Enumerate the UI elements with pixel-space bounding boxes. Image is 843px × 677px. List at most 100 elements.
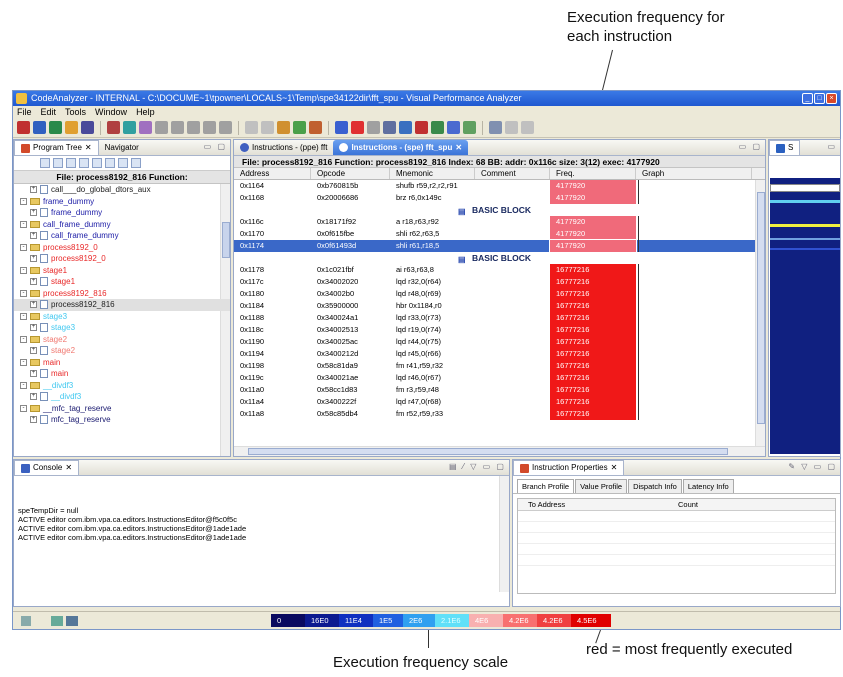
col-count[interactable]: Count (668, 499, 698, 510)
props-view-controls[interactable]: ✎ ▽ ▭ ▢ (788, 462, 837, 471)
expand-icon[interactable]: + (30, 324, 37, 332)
table-row[interactable]: 0x1174 0x0f61493d shli r61,r18,5 4177920 (234, 239, 765, 253)
scroll-thumb[interactable] (248, 448, 728, 455)
tree-item[interactable]: + process8192_816 (14, 299, 230, 311)
instr-vscrollbar[interactable] (755, 180, 765, 446)
expand-icon[interactable]: + (30, 301, 37, 309)
subtab-value-profile[interactable]: Value Profile (575, 479, 628, 493)
table-row[interactable]: 0x1190 0x340025ac lqd r44,0(r75) 16777216 (234, 336, 765, 348)
col-to-address[interactable]: To Address (518, 499, 668, 510)
collapse-icon[interactable]: - (20, 243, 27, 251)
toolbar-icon[interactable] (219, 121, 232, 134)
tree-item[interactable]: + stage3 (14, 322, 230, 334)
collapse-icon[interactable]: - (20, 381, 27, 389)
table-row[interactable]: 0x119c 0x340021ae lqd r46,0(r67) 16777216 (234, 372, 765, 384)
toolbar-icon[interactable] (81, 121, 94, 134)
toolbar-icon[interactable] (463, 121, 476, 134)
status-icon[interactable] (51, 615, 63, 626)
table-row[interactable]: 0x1178 0x1c021fbf ai r63,r63,8 16777216 (234, 264, 765, 276)
table-row[interactable]: 0x1170 0x0f615fbe shli r62,r63,5 4177920 (234, 228, 765, 240)
collapse-icon[interactable]: - (20, 197, 27, 205)
overview-select[interactable] (770, 184, 840, 192)
console-view-controls[interactable]: ▤ ⁄ ▽ ▭ ▢ (449, 462, 506, 471)
toolbar-icon[interactable] (171, 121, 184, 134)
expand-all-icon[interactable] (40, 158, 50, 168)
toolbar-icon[interactable] (309, 121, 322, 134)
collapse-icon[interactable]: - (20, 358, 27, 366)
instr-hscrollbar[interactable] (234, 446, 765, 456)
toolbar-icon[interactable] (277, 121, 290, 134)
tree-item[interactable]: - frame_dummy (14, 196, 230, 208)
toolbar-icon[interactable] (399, 121, 412, 134)
toolbar-icon[interactable] (505, 121, 518, 134)
minimize-maximize-icon[interactable]: ▭ (827, 142, 837, 151)
filter2-icon[interactable] (79, 158, 89, 168)
col-mnemonic[interactable]: Mnemonic (390, 168, 475, 179)
title-bar[interactable]: CodeAnalyzer - INTERNAL - C:\DOCUME~1\tp… (13, 91, 840, 106)
tab-instructions-spe[interactable]: Instructions - (spe) fft_spu ✕ (333, 140, 469, 155)
tree-item[interactable]: + frame_dummy (14, 207, 230, 219)
col-graph[interactable]: Graph (636, 168, 752, 179)
col-address[interactable]: Address (234, 168, 311, 179)
status-icon[interactable] (21, 615, 31, 626)
tree-item[interactable]: + call_frame_dummy (14, 230, 230, 242)
minimize-maximize-icon[interactable]: ▭ ▢ (739, 142, 762, 151)
tree-item[interactable]: + main (14, 368, 230, 380)
tree-item[interactable]: - process8192_816 (14, 288, 230, 300)
toolbar-icon[interactable] (107, 121, 120, 134)
toolbar-icon[interactable] (521, 121, 534, 134)
toolbar-icon[interactable] (49, 121, 62, 134)
tree-item[interactable]: - __mfc_tag_reserve (14, 403, 230, 415)
tree-item[interactable]: - stage3 (14, 311, 230, 323)
back-icon[interactable] (118, 158, 128, 168)
expand-icon[interactable]: + (30, 232, 37, 240)
table-row[interactable]: 0x1194 0x3400212d lqd r45,0(r66) 16777216 (234, 348, 765, 360)
table-row[interactable]: 0x118c 0x34002513 lqd r19,0(r74) 16777216 (234, 324, 765, 336)
col-opcode[interactable]: Opcode (311, 168, 390, 179)
toolbar-icon[interactable] (261, 121, 274, 134)
subtab-dispatch-info[interactable]: Dispatch Info (628, 479, 682, 493)
tree-item[interactable]: + call___do_global_dtors_aux (14, 184, 230, 196)
collapse-icon[interactable]: - (20, 266, 27, 274)
col-freq[interactable]: Freq. (550, 168, 636, 179)
forward-icon[interactable] (131, 158, 141, 168)
collapse-icon[interactable]: - (20, 404, 27, 412)
toolbar-icon[interactable] (203, 121, 216, 134)
table-row[interactable]: 0x1198 0x58c81da9 fm r41,r59,r32 16777216 (234, 360, 765, 372)
subtab-latency-info[interactable]: Latency Info (682, 479, 734, 493)
frequency-overview-map[interactable] (770, 178, 840, 454)
menu-item-help[interactable]: Help (136, 106, 155, 118)
tab-instruction-properties[interactable]: Instruction Properties ✕ (513, 460, 625, 475)
toolbar-icon[interactable] (383, 121, 396, 134)
table-row[interactable]: 0x11a0 0x58cc1d83 fm r3,r59,r48 16777216 (234, 384, 765, 396)
home-icon[interactable] (105, 158, 115, 168)
expand-icon[interactable]: + (30, 370, 37, 378)
tree-item[interactable]: - main (14, 357, 230, 369)
collapse-icon[interactable]: - (20, 220, 27, 228)
tree-item[interactable]: + stage2 (14, 345, 230, 357)
table-row[interactable]: 0x116c 0x18171f92 a r18,r63,r92 4177920 (234, 216, 765, 228)
expand-icon[interactable]: + (30, 186, 37, 194)
toolbar-icon[interactable] (431, 121, 444, 134)
toolbar-icon[interactable] (489, 121, 502, 134)
subtab-branch-profile[interactable]: Branch Profile (517, 479, 575, 493)
toolbar-icon[interactable] (351, 121, 364, 134)
maximize-button[interactable]: □ (814, 93, 825, 104)
tree-item[interactable]: - stage1 (14, 265, 230, 277)
collapse-icon[interactable]: - (20, 312, 27, 320)
expand-icon[interactable]: + (30, 255, 37, 263)
toolbar-icon[interactable] (139, 121, 152, 134)
table-row[interactable]: 0x1184 0x35900000 hbr 0x1184,r0 16777216 (234, 300, 765, 312)
table-row[interactable]: 0x1164 0xb760815b shufb r59,r2,r2,r91 41779… (234, 180, 765, 192)
table-row[interactable]: 0x117c 0x34002020 lqd r32,0(r64) 16777216 (234, 276, 765, 288)
close-button[interactable]: × (826, 93, 837, 104)
minimize-maximize-icon[interactable]: ▭ ▢ (204, 142, 227, 151)
toolbar-icon[interactable] (65, 121, 78, 134)
tree-item[interactable]: - stage2 (14, 334, 230, 346)
tree-item[interactable]: + process8192_0 (14, 253, 230, 265)
expand-icon[interactable]: + (30, 416, 37, 424)
col-comment[interactable]: Comment (475, 168, 550, 179)
tab-console[interactable]: Console ✕ (14, 460, 80, 475)
collapse-icon[interactable]: - (20, 289, 27, 297)
table-row[interactable]: 0x1188 0x340024a1 lqd r33,0(r73) 16777216 (234, 312, 765, 324)
